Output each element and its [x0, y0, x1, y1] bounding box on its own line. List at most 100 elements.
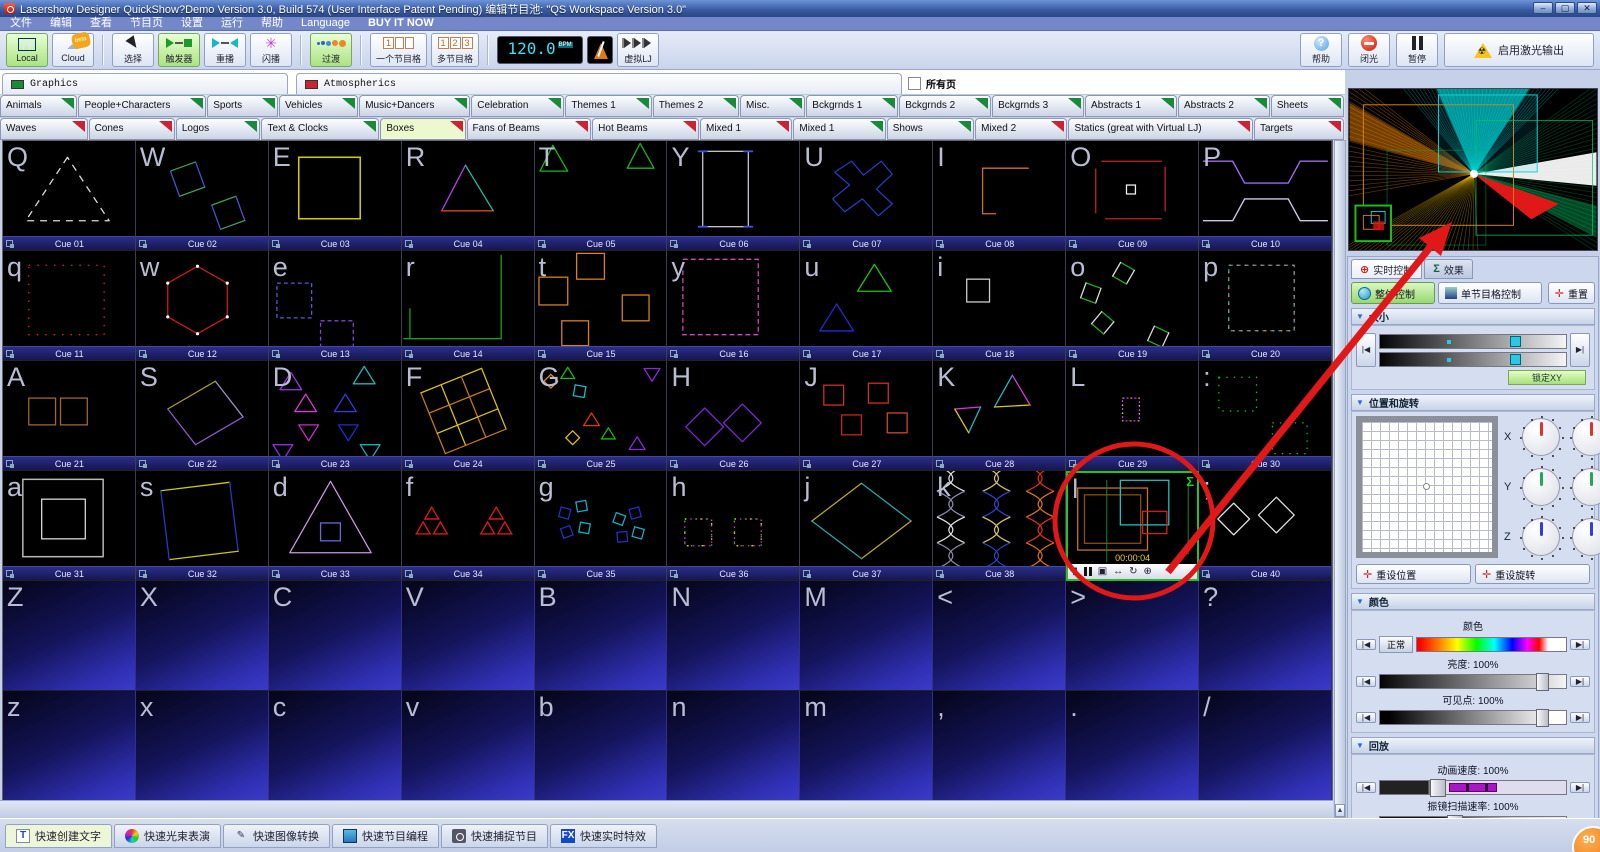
cue-cell-<[interactable]: <	[933, 581, 1066, 691]
cue-cell-L[interactable]: LCue 29	[1066, 361, 1199, 471]
tab-atmospherics[interactable]: Atmospherics	[296, 73, 902, 94]
restart-mode-button[interactable]: 重播	[204, 33, 246, 67]
metronome-icon[interactable]	[587, 36, 613, 64]
frame-icon[interactable]: ▣	[1098, 565, 1107, 578]
cue-cell-d[interactable]: dCue 33	[269, 471, 402, 581]
visible-points-min-button[interactable]: |◀	[1356, 712, 1376, 723]
section-color[interactable]: ▼ 颜色	[1351, 593, 1595, 610]
grid-scrollbar[interactable]: ▲	[1334, 140, 1346, 818]
cue-cell-J[interactable]: JCue 27	[800, 361, 933, 471]
cue-cell-w[interactable]: wCue 12	[136, 251, 269, 361]
bottom-tab-4[interactable]: 快速节目编程	[332, 824, 439, 848]
subcategory-tab-1[interactable]: Waves	[0, 118, 88, 140]
category-tab-7[interactable]: Themes 1	[565, 95, 651, 117]
menu-item-5[interactable]: 设置	[181, 17, 203, 30]
bottom-tab-2[interactable]: 快速光束表演	[114, 824, 221, 848]
cue-cell-z[interactable]: z	[3, 691, 136, 801]
cue-cell-t[interactable]: tCue 15	[535, 251, 668, 361]
visible-points-slider[interactable]	[1379, 710, 1567, 725]
help-button[interactable]: ? 帮助	[1300, 33, 1342, 67]
menu-item-7[interactable]: 帮助	[261, 17, 283, 30]
cue-cell-,[interactable]: ,	[933, 691, 1066, 801]
reset-rotation-button[interactable]: ✛ 重设旋转	[1475, 564, 1590, 584]
pause-icon[interactable]	[1084, 567, 1092, 576]
menu-item-9[interactable]: BUY IT NOW	[368, 17, 434, 30]
animation-speed-handle[interactable]	[1430, 779, 1446, 797]
cue-cell-Q[interactable]: QCue 01	[3, 141, 136, 251]
cue-cell-v[interactable]: v	[402, 691, 535, 801]
category-tab-11[interactable]: Bckgrnds 2	[899, 95, 991, 117]
cue-cell-/[interactable]: /	[1199, 691, 1332, 801]
menu-item-2[interactable]: 编辑	[50, 17, 72, 30]
subcategory-tab-5[interactable]: Boxes	[380, 118, 465, 140]
play-strip-icon[interactable]: ▮	[1072, 565, 1078, 578]
blackout-button[interactable]: 闭光	[1348, 33, 1390, 67]
cue-cell-.[interactable]: .	[1066, 691, 1199, 801]
subcategory-tab-9[interactable]: Mixed 1	[793, 118, 885, 140]
section-position-rotation[interactable]: ▼ 位置和旋转	[1351, 394, 1595, 411]
category-tab-6[interactable]: Celebration	[471, 95, 564, 117]
cue-cell-a[interactable]: aCue 31	[3, 471, 136, 581]
subcategory-tab-13[interactable]: Targets	[1254, 118, 1344, 140]
cue-cell-e[interactable]: eCue 13	[269, 251, 402, 361]
scroll-up-icon[interactable]: ▲	[1335, 804, 1345, 817]
cue-cell-M[interactable]: M	[800, 581, 933, 691]
menu-item-8[interactable]: Language	[301, 17, 350, 30]
single-cue-control-button[interactable]: 单节目格控制	[1438, 282, 1542, 304]
category-tab-15[interactable]: Sheets	[1271, 95, 1344, 117]
preview-thumbnail[interactable]	[1355, 206, 1391, 242]
z-rotation-knob-1[interactable]	[1522, 518, 1560, 556]
subcategory-tab-10[interactable]: Shows	[887, 118, 974, 140]
tab-effects[interactable]: Σ 效果	[1424, 259, 1473, 279]
subcategory-tab-6[interactable]: Fans of Beams	[467, 118, 592, 140]
cue-cell-u[interactable]: uCue 17	[800, 251, 933, 361]
cue-cell-?[interactable]: ?	[1199, 581, 1332, 691]
cue-cell-k[interactable]: kCue 38	[933, 471, 1066, 581]
cue-cell-l[interactable]: l00:00:04Σ▮▣↔↻⊕	[1066, 471, 1199, 581]
cue-cell-Z[interactable]: Z	[3, 581, 136, 691]
animation-speed-min-button[interactable]: |◀	[1356, 782, 1376, 793]
cue-cell-o[interactable]: oCue 19	[1066, 251, 1199, 361]
cue-cell-c[interactable]: c	[269, 691, 402, 801]
cue-cell-I[interactable]: ICue 08	[933, 141, 1066, 251]
category-tab-3[interactable]: Sports	[207, 95, 278, 117]
flash-mode-button[interactable]: ✳ 闪播	[250, 33, 292, 67]
category-tab-10[interactable]: Bckgrnds 1	[806, 95, 898, 117]
cue-cell-E[interactable]: ECue 03	[269, 141, 402, 251]
cue-cell-D[interactable]: DCue 23	[269, 361, 402, 471]
bottom-tab-5[interactable]: 快速捕捉节目	[441, 824, 548, 848]
virtual-lj-button[interactable]: 虚拟LJ	[617, 33, 659, 67]
cue-cell-:[interactable]: :Cue 30	[1199, 361, 1332, 471]
x-rotation-knob-2[interactable]	[1572, 418, 1600, 456]
tab-graphics[interactable]: Graphics	[2, 73, 288, 94]
reset-button[interactable]: ✛ 重置	[1548, 282, 1595, 304]
cue-cell-Y[interactable]: YCue 06	[667, 141, 800, 251]
lock-xy-button[interactable]: 锁定XY	[1508, 370, 1586, 385]
cue-cell-s[interactable]: sCue 32	[136, 471, 269, 581]
move-icon[interactable]: ↔	[1113, 565, 1123, 578]
cue-cell-X[interactable]: X	[136, 581, 269, 691]
category-tab-12[interactable]: Bckgrnds 3	[992, 95, 1084, 117]
minimize-button[interactable]: –	[1533, 2, 1553, 14]
category-tab-5[interactable]: Music+Dancers	[359, 95, 470, 117]
one-cue-button[interactable]: 100 一个节目格	[370, 33, 427, 67]
cue-cell-q[interactable]: qCue 11	[3, 251, 136, 361]
cue-cell-r[interactable]: rCue 14	[402, 251, 535, 361]
cue-cell-O[interactable]: OCue 09	[1066, 141, 1199, 251]
size-x-handle[interactable]	[1510, 336, 1521, 347]
trigger-mode-button[interactable]: 触发器	[158, 33, 200, 67]
reset-position-button[interactable]: ✛ 重设位置	[1356, 564, 1471, 584]
cue-cell-j[interactable]: jCue 37	[800, 471, 933, 581]
cue-cell-H[interactable]: HCue 26	[667, 361, 800, 471]
y-rotation-knob-2[interactable]	[1572, 468, 1600, 506]
category-tab-2[interactable]: People+Characters	[78, 95, 206, 117]
size-min-button[interactable]: |◀	[1356, 333, 1376, 367]
color-max-button[interactable]: ▶|	[1570, 639, 1590, 650]
cue-cell-F[interactable]: FCue 24	[402, 361, 535, 471]
cue-cell-R[interactable]: RCue 04	[402, 141, 535, 251]
position-pad[interactable]	[1356, 416, 1498, 558]
animation-speed-slider[interactable]	[1379, 780, 1567, 795]
visible-points-max-button[interactable]: ▶|	[1570, 712, 1590, 723]
cue-cell-V[interactable]: V	[402, 581, 535, 691]
subcategory-tab-4[interactable]: Text & Clocks	[261, 118, 379, 140]
